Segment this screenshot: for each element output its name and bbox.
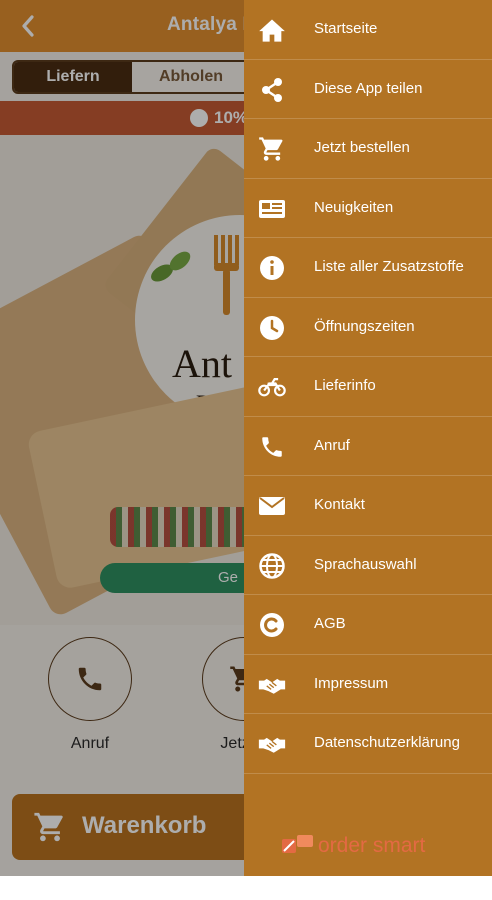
- menu-item-additives[interactable]: Liste aller Zusatzstoffe: [244, 238, 492, 298]
- phone-icon: [258, 433, 286, 461]
- menu-item-agb[interactable]: AGB: [244, 595, 492, 655]
- menu-item-label: Liste aller Zusatzstoffe: [314, 258, 464, 275]
- motorcycle-icon: [258, 373, 286, 401]
- side-drawer: Startseite Diese App teilen Jetzt bestel…: [244, 0, 492, 876]
- menu-item-contact[interactable]: Kontakt: [244, 476, 492, 536]
- order-smart-mark-icon: [282, 835, 313, 853]
- menu-item-language[interactable]: Sprachauswahl: [244, 536, 492, 595]
- handshake-icon: [258, 730, 286, 758]
- menu-item-delivery-info[interactable]: Lieferinfo: [244, 357, 492, 417]
- order-smart-text: order smart: [318, 834, 426, 857]
- menu-item-label: Diese App teilen: [314, 79, 423, 97]
- menu-item-label: AGB: [314, 615, 346, 632]
- newspaper-icon: [258, 195, 286, 223]
- menu-item-label: Impressum: [314, 674, 389, 692]
- home-icon: [258, 16, 286, 44]
- menu-item-opening-hours[interactable]: Öffnungszeiten: [244, 298, 492, 357]
- menu-item-label: Jetzt bestellen: [314, 139, 410, 156]
- cart-icon: [258, 135, 286, 163]
- menu-item-share-app[interactable]: Diese App teilen: [244, 60, 492, 119]
- menu-item-label: Anruf: [314, 436, 350, 454]
- menu-item-privacy[interactable]: Datenschutzerklärung: [244, 714, 492, 774]
- clock-icon: [258, 314, 286, 342]
- app-background: Antalya R Liefern Abholen 10% Ant Resta: [0, 0, 492, 876]
- menu-item-label: Neuigkeiten: [314, 198, 394, 216]
- menu-item-label: Öffnungszeiten: [314, 317, 415, 335]
- menu-item-label: Datenschutzerklärung: [314, 734, 460, 751]
- share-icon: [258, 76, 286, 104]
- menu-item-label: Lieferinfo: [314, 377, 376, 394]
- order-smart-logo: order smart: [282, 834, 425, 858]
- menu-item-label: Kontakt: [314, 496, 365, 513]
- menu-item-label: Sprachauswahl: [314, 555, 417, 573]
- menu-item-order-now[interactable]: Jetzt bestellen: [244, 119, 492, 179]
- globe-icon: [258, 552, 286, 580]
- menu-item-label: Startseite: [314, 20, 378, 37]
- info-icon: [258, 254, 286, 282]
- menu-item-imprint[interactable]: Impressum: [244, 655, 492, 714]
- copyright-icon: [258, 611, 286, 639]
- envelope-icon: [258, 492, 286, 520]
- menu-item-startseite[interactable]: Startseite: [244, 0, 492, 60]
- menu-item-news[interactable]: Neuigkeiten: [244, 179, 492, 238]
- menu-item-call[interactable]: Anruf: [244, 417, 492, 476]
- handshake-icon: [258, 671, 286, 699]
